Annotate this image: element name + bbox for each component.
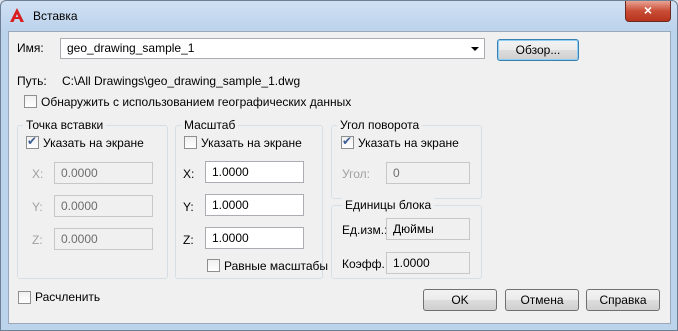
title-bar: Вставка × xyxy=(1,1,677,31)
insertion-x-label: X: xyxy=(32,167,44,181)
scale-x-label: X: xyxy=(183,167,195,181)
scale-z-field[interactable]: 1.0000 xyxy=(205,227,304,249)
chevron-down-icon[interactable] xyxy=(471,47,479,51)
scale-title: Масштаб xyxy=(181,118,239,132)
insertion-z-label: Z: xyxy=(32,233,43,247)
rotation-specify-checkbox[interactable] xyxy=(341,134,354,149)
insertion-z-field[interactable]: 0.0000 xyxy=(54,228,153,250)
block-units-factor-label: Коэфф.: xyxy=(342,257,389,271)
block-units-unit-field: Дюймы xyxy=(386,218,470,240)
insertion-specify-label: Указать на экране xyxy=(43,136,144,150)
close-button[interactable]: × xyxy=(625,1,671,22)
autocad-logo-icon xyxy=(10,8,24,22)
geo-data-checkbox[interactable] xyxy=(24,95,37,108)
rotation-title: Угол поворота xyxy=(337,118,423,132)
scale-x-field[interactable]: 1.0000 xyxy=(205,161,304,183)
dialog-body: Имя: geo_drawing_sample_1 Обзор... Путь:… xyxy=(8,31,671,324)
scale-group: Масштаб Указать на экране X: 1.0000 Y: 1… xyxy=(175,118,328,279)
insertion-point-title: Точка вставки xyxy=(23,118,107,132)
close-icon: × xyxy=(643,2,653,18)
insertion-specify-checkbox[interactable] xyxy=(26,134,39,149)
help-button-label: Справка xyxy=(599,293,647,307)
uniform-scale-checkbox[interactable] xyxy=(207,259,220,272)
rotation-group: Угол поворота Указать на экране Угол: 0 xyxy=(331,118,482,199)
insertion-y-label: Y: xyxy=(32,200,43,214)
name-dropdown[interactable]: geo_drawing_sample_1 xyxy=(60,38,485,59)
path-value: C:\All Drawings\geo_drawing_sample_1.dwg xyxy=(62,74,301,88)
block-units-factor-field: 1.0000 xyxy=(386,252,470,274)
rotation-angle-label: Угол: xyxy=(342,167,370,181)
explode-label: Расчленить xyxy=(35,290,101,304)
scale-specify-checkbox[interactable] xyxy=(184,136,197,149)
help-button[interactable]: Справка xyxy=(586,289,660,311)
cancel-button[interactable]: Отмена xyxy=(505,289,579,311)
explode-checkbox[interactable] xyxy=(18,291,31,304)
insertion-x-field[interactable]: 0.0000 xyxy=(54,162,153,184)
ok-button-label: OK xyxy=(451,293,469,307)
scale-y-field[interactable]: 1.0000 xyxy=(205,194,304,216)
insertion-point-group: Точка вставки Указать на экране X: 0.000… xyxy=(17,118,168,279)
name-dropdown-value: geo_drawing_sample_1 xyxy=(67,41,195,55)
cancel-button-label: Отмена xyxy=(520,293,564,307)
scale-specify-label: Указать на экране xyxy=(201,136,302,150)
rotation-specify-label: Указать на экране xyxy=(358,136,459,150)
block-units-group: Единицы блока Ед.изм.: Дюймы Коэфф.: 1.0… xyxy=(331,198,482,279)
uniform-scale-label: Равные масштабы xyxy=(224,259,328,273)
scale-y-label: Y: xyxy=(183,200,194,214)
geo-data-label: Обнаружить с использованием географическ… xyxy=(41,95,352,109)
insertion-y-field[interactable]: 0.0000 xyxy=(54,195,153,217)
browse-button[interactable]: Обзор... xyxy=(497,39,579,61)
scale-z-label: Z: xyxy=(183,233,194,247)
rotation-angle-field[interactable]: 0 xyxy=(386,162,470,184)
name-label: Имя: xyxy=(17,41,44,55)
window-title: Вставка xyxy=(33,9,78,23)
block-units-title: Единицы блока xyxy=(342,198,435,212)
browse-button-label: Обзор... xyxy=(515,43,561,57)
path-label: Путь: xyxy=(17,74,47,88)
insert-dialog: Вставка × Имя: geo_drawing_sample_1 Обзо… xyxy=(0,0,678,331)
block-units-unit-label: Ед.изм.: xyxy=(342,223,388,237)
ok-button[interactable]: OK xyxy=(423,289,497,311)
